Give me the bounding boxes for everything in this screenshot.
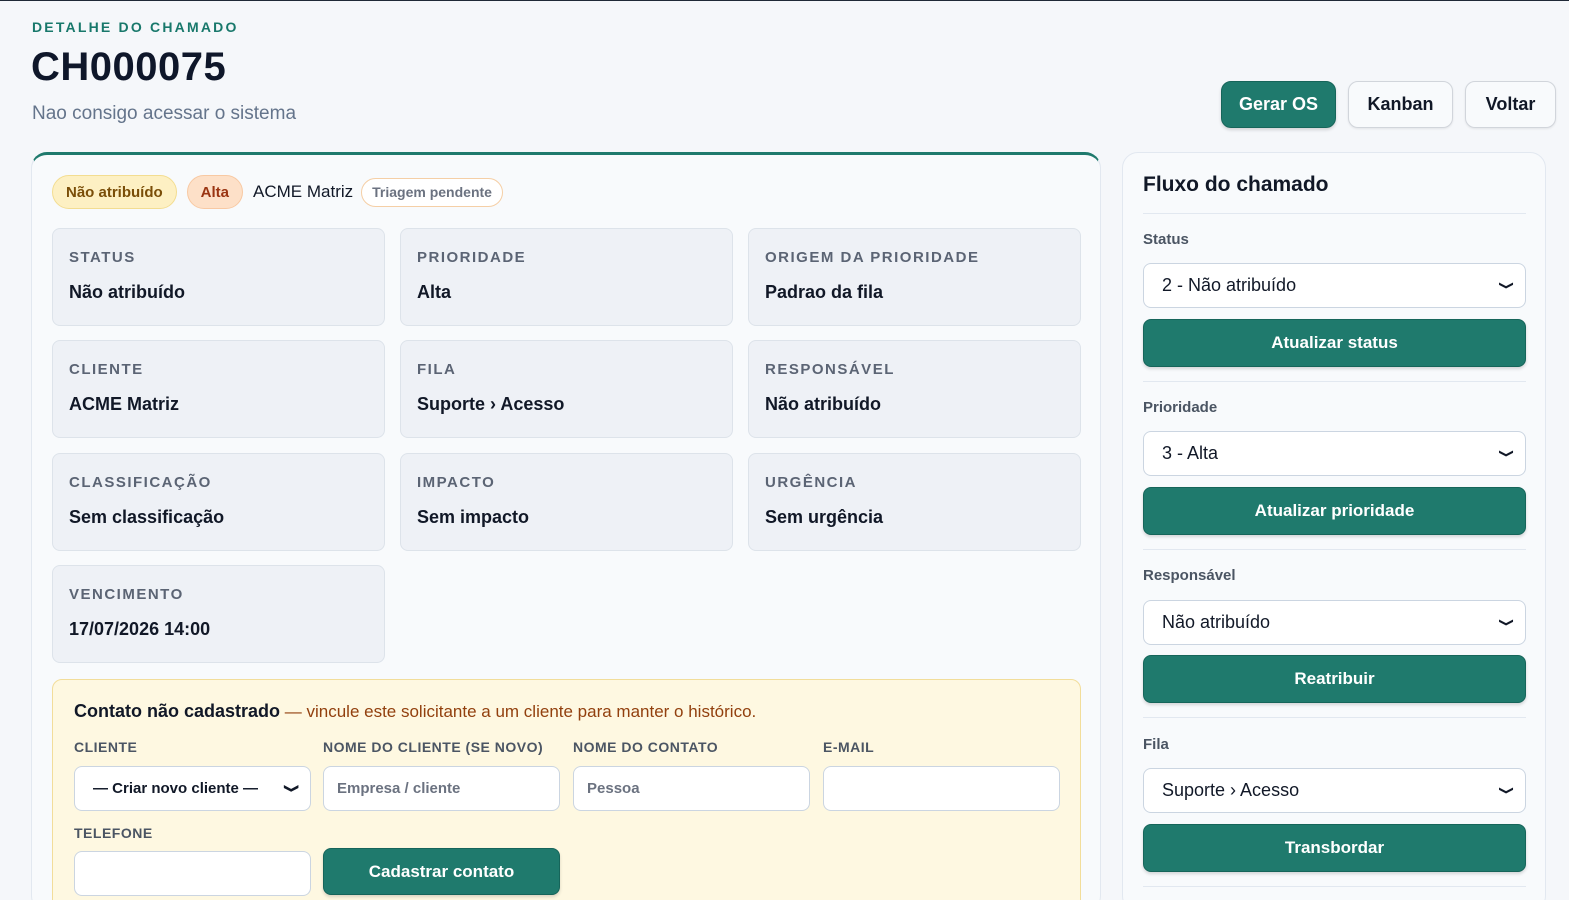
queue-select-value: Suporte › Acesso (1162, 780, 1300, 800)
client-select[interactable]: — Criar novo cliente — ❯ (74, 766, 311, 811)
info-card-classification: CLASSIFICAÇÃO Sem classificação (52, 453, 385, 551)
info-card-due-date: VENCIMENTO 17/07/2026 14:00 (52, 565, 385, 663)
info-card-urgency: URGÊNCIA Sem urgência (748, 453, 1081, 551)
page-subtitle: Nao consigo acessar o sistema (32, 103, 297, 124)
queue-select-label: Fila (1143, 736, 1169, 753)
info-label: ORIGEM DA PRIORIDADE (765, 249, 980, 266)
status-badge: Não atribuído (52, 175, 177, 209)
chevron-down-icon: ❯ (1499, 785, 1516, 796)
contact-name-input[interactable]: Pessoa (573, 766, 810, 811)
info-value: Alta (417, 282, 452, 302)
contact-panel-title-strong: Contato não cadastrado (74, 701, 281, 721)
info-label: RESPONSÁVEL (765, 361, 895, 378)
status-select-label: Status (1143, 231, 1189, 248)
chevron-down-icon: ❯ (1499, 617, 1516, 628)
chevron-down-icon: ❯ (284, 783, 301, 794)
client-select-value: — Criar novo cliente — (93, 780, 259, 797)
divider (1143, 886, 1526, 887)
info-value: Sem urgência (765, 507, 884, 527)
divider (1143, 717, 1526, 718)
page-eyebrow: DETALHE DO CHAMADO (32, 19, 239, 35)
kanban-button[interactable]: Kanban (1348, 81, 1453, 128)
contact-name-placeholder: Pessoa (587, 780, 640, 797)
info-label: URGÊNCIA (765, 474, 858, 491)
priority-select-label: Prioridade (1143, 399, 1218, 416)
update-status-button[interactable]: Atualizar status (1143, 319, 1526, 367)
email-field[interactable] (823, 766, 1060, 811)
info-card-priority-origin: ORIGEM DA PRIORIDADE Padrao da fila (748, 228, 1081, 326)
owner-select[interactable]: Não atribuído ❯ (1143, 600, 1526, 645)
divider (1143, 381, 1526, 382)
queue-select[interactable]: Suporte › Acesso ❯ (1143, 768, 1526, 813)
info-value: Padrao da fila (765, 282, 884, 302)
update-priority-button[interactable]: Atualizar prioridade (1143, 487, 1526, 535)
info-label: PRIORIDADE (417, 249, 527, 266)
info-label: CLASSIFICAÇÃO (69, 474, 212, 491)
info-value: Suporte › Acesso (417, 394, 565, 414)
info-value: Não atribuído (69, 282, 185, 302)
info-value: Sem impacto (417, 507, 530, 527)
contact-panel-title-hint: — vincule este solicitante a um cliente … (280, 702, 757, 721)
reassign-button[interactable]: Reatribuir (1143, 655, 1526, 703)
ticket-details-card: Não atribuído Alta ACME Matriz Triagem p… (31, 152, 1101, 900)
info-value: ACME Matriz (69, 394, 180, 414)
owner-select-value: Não atribuído (1162, 612, 1271, 632)
divider (1143, 549, 1526, 550)
register-contact-button[interactable]: Cadastrar contato (323, 848, 560, 895)
priority-badge: Alta (186, 175, 244, 209)
email-label: E-MAIL (823, 739, 875, 755)
phone-field[interactable] (74, 851, 311, 896)
info-label: IMPACTO (417, 474, 496, 491)
header-actions: Gerar OS Kanban Voltar (1221, 81, 1556, 128)
info-label: FILA (417, 361, 457, 378)
back-button[interactable]: Voltar (1465, 81, 1556, 128)
new-client-label: NOME DO CLIENTE (SE NOVO) (323, 739, 544, 755)
page-title: CH000075 (31, 45, 227, 89)
new-client-placeholder: Empresa / cliente (337, 780, 461, 797)
generate-os-button[interactable]: Gerar OS (1221, 81, 1336, 128)
priority-select[interactable]: 3 - Alta ❯ (1143, 431, 1526, 476)
info-card-impact: IMPACTO Sem impacto (400, 453, 733, 551)
owner-select-label: Responsável (1143, 567, 1236, 584)
chevron-down-icon: ❯ (1499, 280, 1516, 291)
info-label: CLIENTE (69, 361, 144, 378)
info-value: 17/07/2026 14:00 (69, 619, 211, 639)
ticket-flow-panel: Fluxo do chamado Status 2 - Não atribuíd… (1122, 152, 1546, 900)
info-value: Não atribuído (765, 394, 881, 414)
info-card-status: STATUS Não atribuído (52, 228, 385, 326)
new-client-input[interactable]: Empresa / cliente (323, 766, 560, 811)
unregistered-contact-panel: Contato não cadastrado — vincule este so… (52, 679, 1081, 900)
status-select-value: 2 - Não atribuído (1162, 275, 1297, 295)
status-select[interactable]: 2 - Não atribuído ❯ (1143, 263, 1526, 308)
info-card-client: CLIENTE ACME Matriz (52, 340, 385, 438)
contact-name-label: NOME DO CONTATO (573, 739, 719, 755)
divider (1143, 213, 1526, 214)
priority-select-value: 3 - Alta (1162, 443, 1219, 463)
info-card-queue: FILA Suporte › Acesso (400, 340, 733, 438)
info-label: VENCIMENTO (69, 586, 184, 603)
ticket-badges: Não atribuído Alta ACME Matriz Triagem p… (52, 175, 503, 209)
contact-panel-title: Contato não cadastrado — vincule este so… (74, 701, 756, 722)
transfer-queue-button[interactable]: Transbordar (1143, 824, 1526, 872)
flow-panel-title: Fluxo do chamado (1143, 173, 1329, 196)
info-value: Sem classificação (69, 507, 225, 527)
phone-label: TELEFONE (74, 825, 153, 841)
chevron-down-icon: ❯ (1499, 448, 1516, 459)
client-select-label: CLIENTE (74, 739, 138, 755)
info-label: STATUS (69, 249, 136, 266)
info-card-owner: RESPONSÁVEL Não atribuído (748, 340, 1081, 438)
triage-badge: Triagem pendente (361, 177, 503, 207)
info-card-priority: PRIORIDADE Alta (400, 228, 733, 326)
client-name-tag: ACME Matriz (253, 182, 354, 201)
